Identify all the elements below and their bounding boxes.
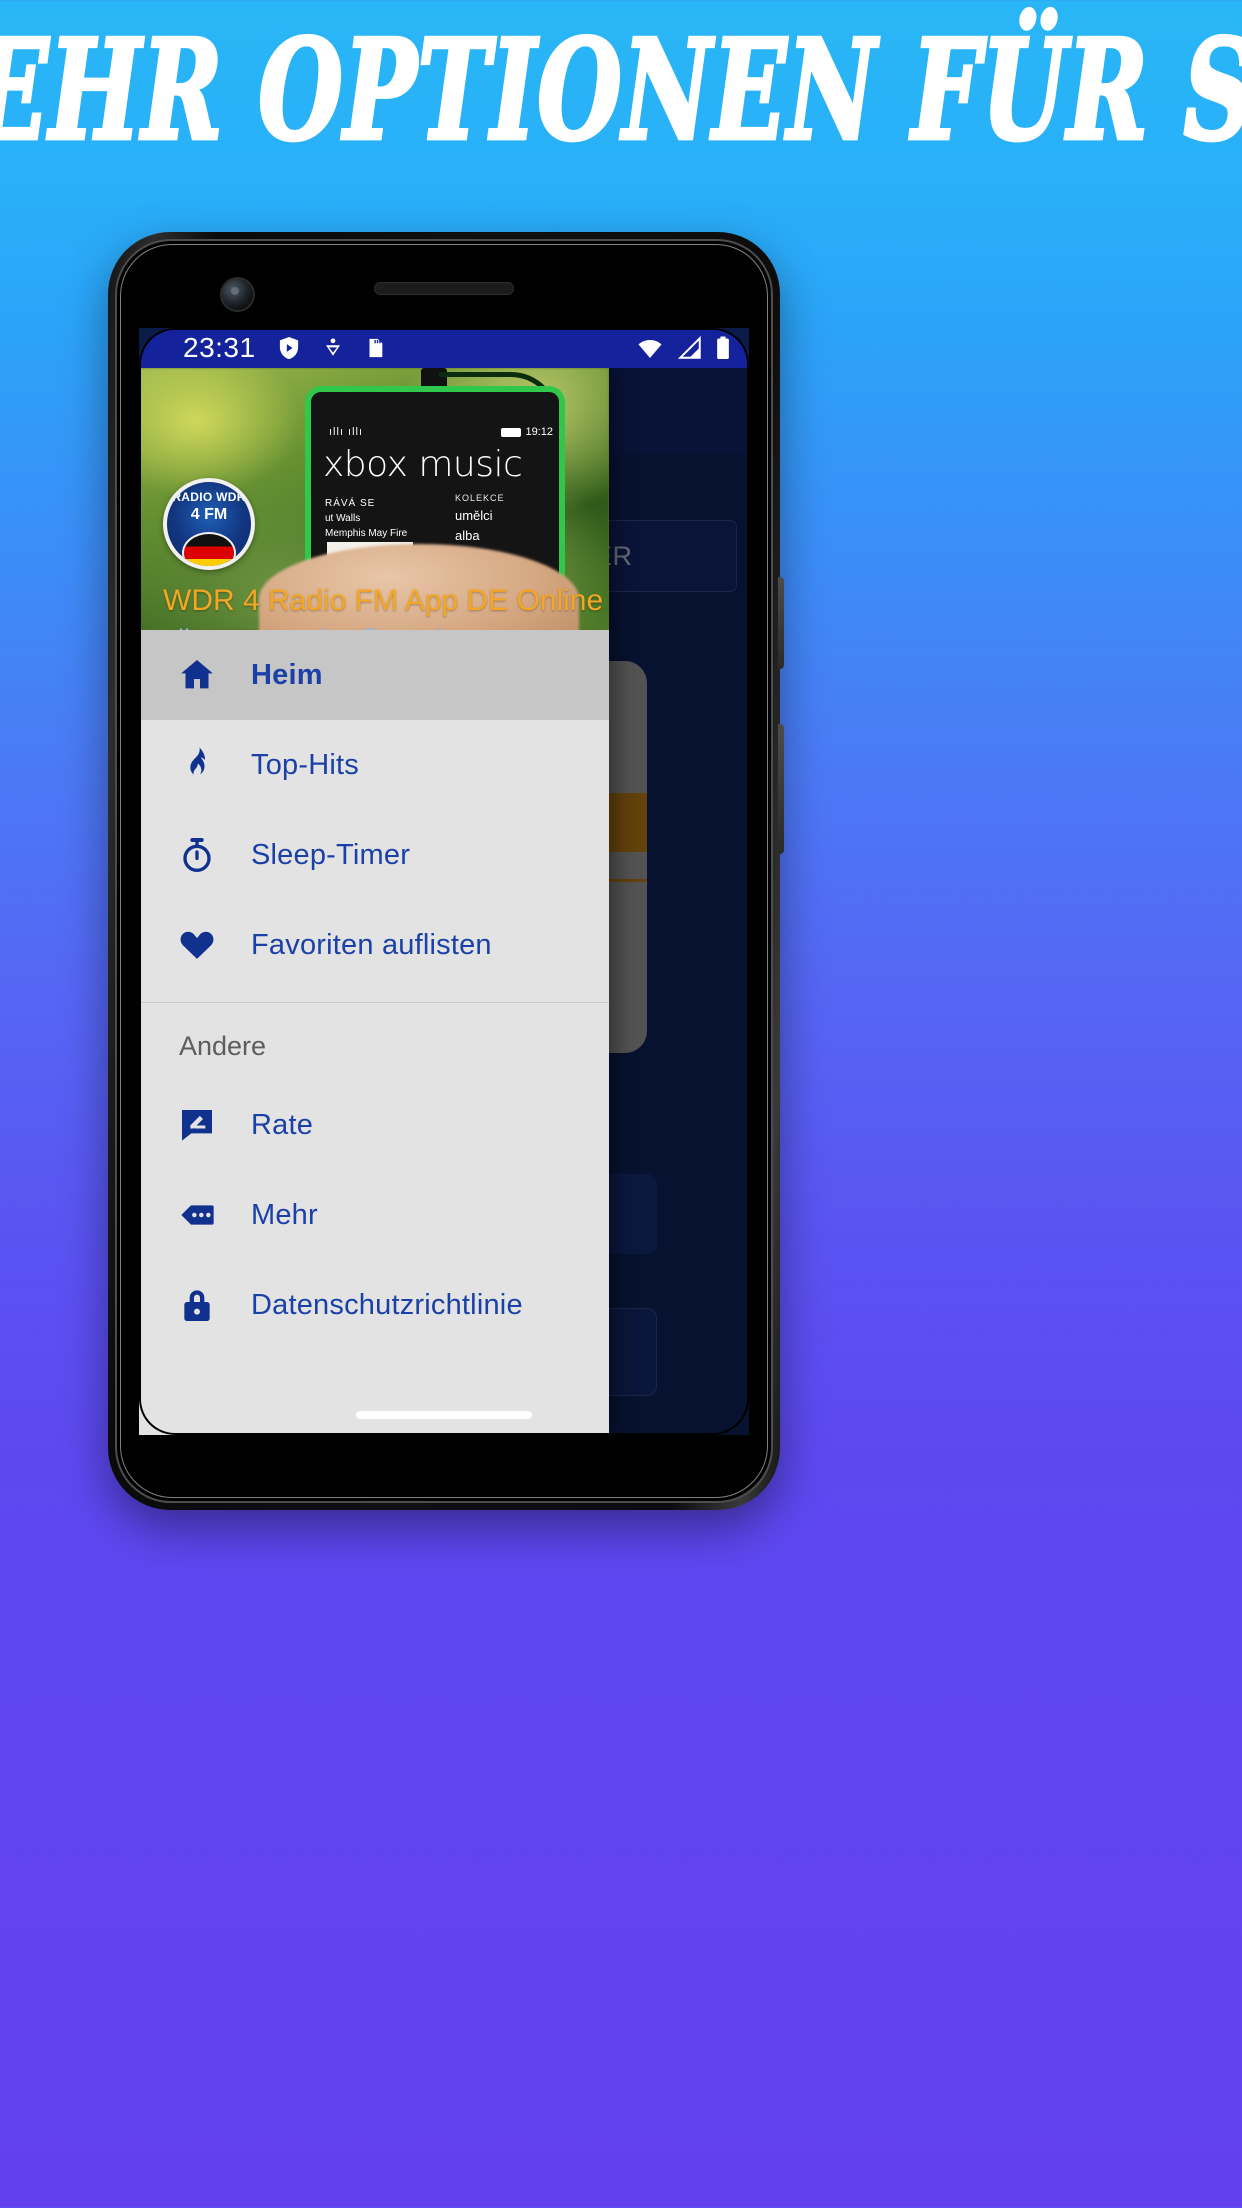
avatar-line-1: RADIO WDR bbox=[172, 490, 246, 504]
sidebar-item-top-hits[interactable]: Top-Hits bbox=[139, 720, 609, 810]
sd-card-icon bbox=[369, 338, 382, 358]
sidebar-item-mehr[interactable]: Mehr bbox=[139, 1170, 609, 1260]
sidebar-item-heim[interactable]: Heim bbox=[139, 630, 609, 720]
menu-section-label: Andere bbox=[179, 1031, 267, 1061]
photo-right-item: umělci bbox=[455, 507, 493, 523]
drawer-menu-list: Heim Top-Hits Sleep-Timer Favoriten aufl… bbox=[139, 630, 609, 1435]
account-email: elber.pena.rojas@yandex.com bbox=[163, 624, 528, 630]
home-icon bbox=[177, 655, 235, 695]
photo-clock: 19:12 bbox=[525, 426, 553, 438]
photo-left-label-2: ut Walls bbox=[325, 513, 361, 524]
photo-right-header: KOLEKCE bbox=[455, 493, 505, 503]
battery-icon bbox=[717, 336, 729, 360]
banner-title: MEHR OPTIONEN FÜR SIE bbox=[0, 7, 1242, 173]
power-button[interactable] bbox=[778, 577, 784, 669]
timer-icon bbox=[177, 835, 235, 875]
android-status-bar: 23:31 bbox=[139, 328, 749, 368]
photo-right-item: alba bbox=[455, 528, 480, 544]
photo-battery-icon bbox=[501, 427, 522, 437]
sidebar-item-label: Rate bbox=[251, 1108, 314, 1141]
avatar[interactable]: RADIO WDR 4 FM bbox=[163, 478, 255, 570]
german-flag-icon bbox=[182, 532, 236, 566]
photo-app-title: xbox music bbox=[323, 444, 523, 485]
gesture-navigation-bar[interactable] bbox=[356, 1411, 532, 1419]
status-bar-left-icons bbox=[276, 335, 386, 361]
heart-icon bbox=[177, 925, 235, 965]
more-tag-icon bbox=[177, 1195, 235, 1235]
navigation-drawer: ıllı ıllı 19:12 xbox music RÁVÁ SE ut Wa… bbox=[139, 368, 609, 1435]
sidebar-item-rate[interactable]: Rate bbox=[139, 1080, 609, 1170]
front-camera-icon bbox=[220, 277, 255, 312]
sidebar-item-label: Datenschutzrichtlinie bbox=[251, 1288, 523, 1321]
sidebar-item-label: Top-Hits bbox=[251, 748, 359, 781]
photo-left-label-3: Memphis May Fire bbox=[325, 528, 408, 539]
status-bar-right-icons bbox=[635, 335, 731, 361]
phone-device-frame: RADIOSENDER bbox=[108, 232, 784, 1510]
avatar-line-2: 4 FM bbox=[190, 506, 228, 523]
photo-phone-statusbar: ıllı ıllı 19:12 bbox=[321, 426, 559, 438]
rate-feedback-icon bbox=[177, 1105, 235, 1145]
download-icon bbox=[325, 338, 340, 356]
sidebar-item-label: Mehr bbox=[251, 1198, 318, 1231]
promo-banner: MEHR OPTIONEN FÜR SIE bbox=[0, 0, 1242, 180]
sidebar-item-datenschutz[interactable]: Datenschutzrichtlinie bbox=[139, 1260, 609, 1350]
photo-left-column: RÁVÁ SE ut Walls Memphis May Fire bbox=[325, 496, 407, 541]
lock-icon bbox=[177, 1285, 235, 1325]
account-name: WDR 4 Radio FM App DE Online bbox=[163, 584, 604, 617]
photo-left-label-1: RÁVÁ SE bbox=[325, 498, 376, 509]
sidebar-item-label: Sleep-Timer bbox=[251, 838, 411, 871]
play-protect-shield-icon bbox=[279, 336, 298, 360]
sidebar-item-favoriten[interactable]: Favoriten auflisten bbox=[139, 900, 609, 990]
fire-icon bbox=[177, 745, 235, 785]
sidebar-item-sleep-timer[interactable]: Sleep-Timer bbox=[139, 810, 609, 900]
drawer-header: ıllı ıllı 19:12 xbox music RÁVÁ SE ut Wa… bbox=[139, 368, 609, 630]
sidebar-item-label: Heim bbox=[251, 658, 323, 691]
earpiece-speaker bbox=[374, 282, 514, 295]
wifi-icon bbox=[638, 339, 662, 358]
status-bar-clock: 23:31 bbox=[183, 332, 256, 363]
photo-signal-bars: ıllı ıllı bbox=[329, 426, 364, 438]
phone-screen: RADIOSENDER bbox=[139, 328, 749, 1435]
cellular-signal-icon bbox=[677, 335, 701, 359]
sidebar-item-label: Favoriten auflisten bbox=[251, 928, 492, 961]
photo-battery: 19:12 bbox=[501, 426, 553, 438]
volume-button[interactable] bbox=[778, 724, 784, 854]
